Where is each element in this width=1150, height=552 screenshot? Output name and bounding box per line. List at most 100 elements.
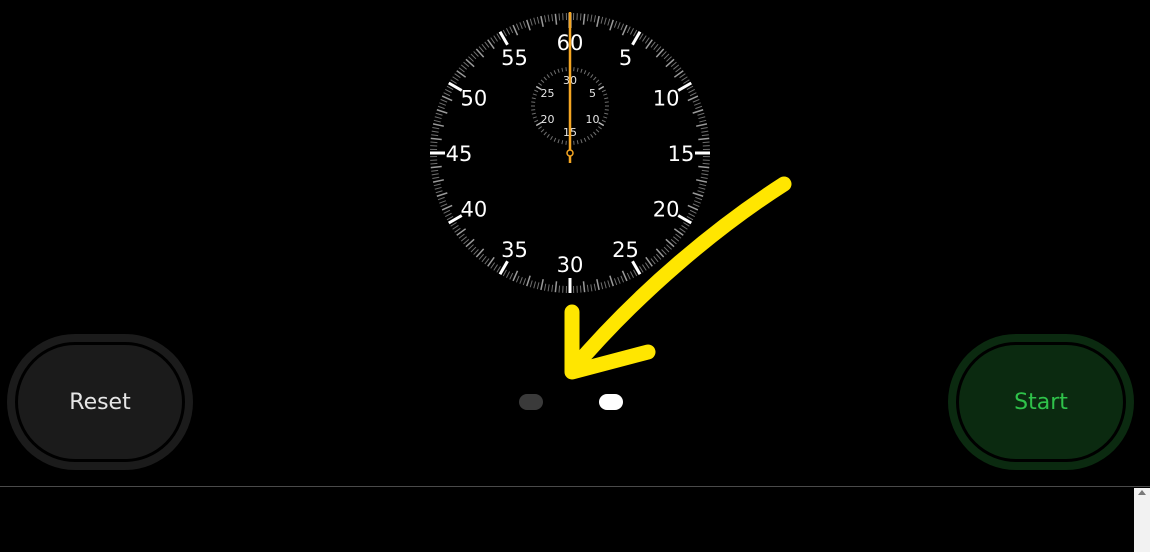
dial-tick <box>458 67 465 73</box>
dial-tick <box>653 43 659 50</box>
sub-dial-tick <box>557 68 560 73</box>
dial-tick <box>454 73 461 79</box>
dial-tick <box>697 112 705 116</box>
page-indicator-2-active[interactable] <box>599 394 623 410</box>
sub-dial-tick <box>561 140 564 145</box>
sub-dial-tick <box>580 68 583 73</box>
bottom-panel <box>0 487 1150 552</box>
dial-tick <box>526 19 531 31</box>
start-button-label: Start <box>956 342 1126 462</box>
dial-number: 45 <box>446 142 473 166</box>
dial-number: 10 <box>653 87 680 111</box>
sub-dial-tick <box>598 82 602 86</box>
dial-tick <box>695 105 703 110</box>
dial-tick <box>700 176 708 180</box>
dial-tick <box>529 280 533 288</box>
dial-tick <box>590 14 593 22</box>
sub-dial-number: 5 <box>589 87 596 100</box>
sub-dial-tick <box>538 82 542 86</box>
dial-tick <box>431 134 439 137</box>
reset-button[interactable]: Reset <box>7 334 193 470</box>
dial-tick <box>692 203 700 208</box>
hand-pivot <box>566 149 574 157</box>
dial-tick <box>689 92 697 97</box>
stopwatch-app: 60510152025303540455055 30510152025 Rese… <box>0 0 1150 552</box>
sub-dial-number: 10 <box>586 113 600 126</box>
start-button[interactable]: Start <box>948 334 1134 470</box>
dial-tick <box>607 280 611 288</box>
dial-tick <box>644 262 650 269</box>
dial-tick <box>437 105 445 110</box>
sub-dial-tick <box>543 131 547 136</box>
dial-tick <box>463 238 470 245</box>
dial-tick <box>661 249 667 255</box>
dial-tick <box>493 35 498 42</box>
dial-tick <box>432 123 444 127</box>
dial-tick <box>493 264 498 271</box>
dial-tick <box>593 283 597 291</box>
scroll-up-arrow-icon[interactable] <box>1138 490 1146 495</box>
dial-tick <box>675 233 682 239</box>
dial-tick <box>661 51 667 57</box>
dial-tick <box>670 61 677 68</box>
dial-tick <box>673 64 680 70</box>
dial-tick <box>655 253 662 260</box>
dial-tick <box>536 16 540 24</box>
dial-tick <box>642 264 647 271</box>
dial-tick <box>441 204 453 211</box>
dial-number: 55 <box>501 46 528 70</box>
dial-tick <box>650 258 656 265</box>
dial-tick <box>692 109 704 114</box>
dial-tick <box>681 225 688 230</box>
dial-tick <box>452 76 459 81</box>
dial-tick <box>600 16 604 24</box>
dial-number: 35 <box>501 238 528 262</box>
dial-tick <box>512 24 519 36</box>
dial-tick <box>626 272 631 280</box>
dial-tick <box>675 67 682 73</box>
dial-tick <box>434 116 442 120</box>
dial-tick <box>547 284 550 292</box>
dial-tick <box>689 209 697 214</box>
dial-tick <box>681 76 688 81</box>
dial-tick <box>433 183 441 187</box>
dial-tick <box>579 285 582 293</box>
sub-dial-tick <box>604 112 609 115</box>
dial-tick <box>431 169 439 172</box>
dial-tick <box>663 53 670 60</box>
dial-tick <box>437 196 445 201</box>
dial-tick <box>515 275 520 283</box>
reset-button-label: Reset <box>15 342 185 462</box>
sub-dial-tick <box>553 70 557 75</box>
sub-dial-tick <box>532 116 537 119</box>
dial-tick <box>677 81 692 92</box>
dial-tick <box>468 244 474 250</box>
page-indicator-1[interactable] <box>519 394 543 410</box>
dial-number: 30 <box>557 253 584 277</box>
dial-number: 20 <box>653 198 680 222</box>
sub-dial-tick <box>576 140 579 145</box>
dial-tick <box>463 61 470 68</box>
dial-tick <box>617 22 621 30</box>
scrollbar[interactable] <box>1134 488 1150 552</box>
dial-tick <box>688 212 695 218</box>
dial-tick <box>473 249 479 255</box>
dial-tick <box>490 37 496 44</box>
dial-tick <box>540 15 544 27</box>
sub-dial-tick <box>603 116 608 119</box>
sub-dial-tick <box>593 76 597 81</box>
dial-tick <box>490 262 496 269</box>
dial-tick <box>430 162 438 165</box>
dial-tick <box>434 186 442 190</box>
dial-tick <box>603 281 607 289</box>
dial-tick <box>484 258 490 265</box>
dial-tick <box>693 102 701 106</box>
sub-dial-tick <box>546 134 550 138</box>
dial-tick <box>540 279 544 291</box>
dial-tick <box>452 225 459 230</box>
dial-tick <box>435 190 443 194</box>
dial-tick <box>596 279 600 291</box>
dial-tick <box>522 20 527 28</box>
dial-tick <box>554 281 558 293</box>
dial-tick <box>696 123 708 127</box>
